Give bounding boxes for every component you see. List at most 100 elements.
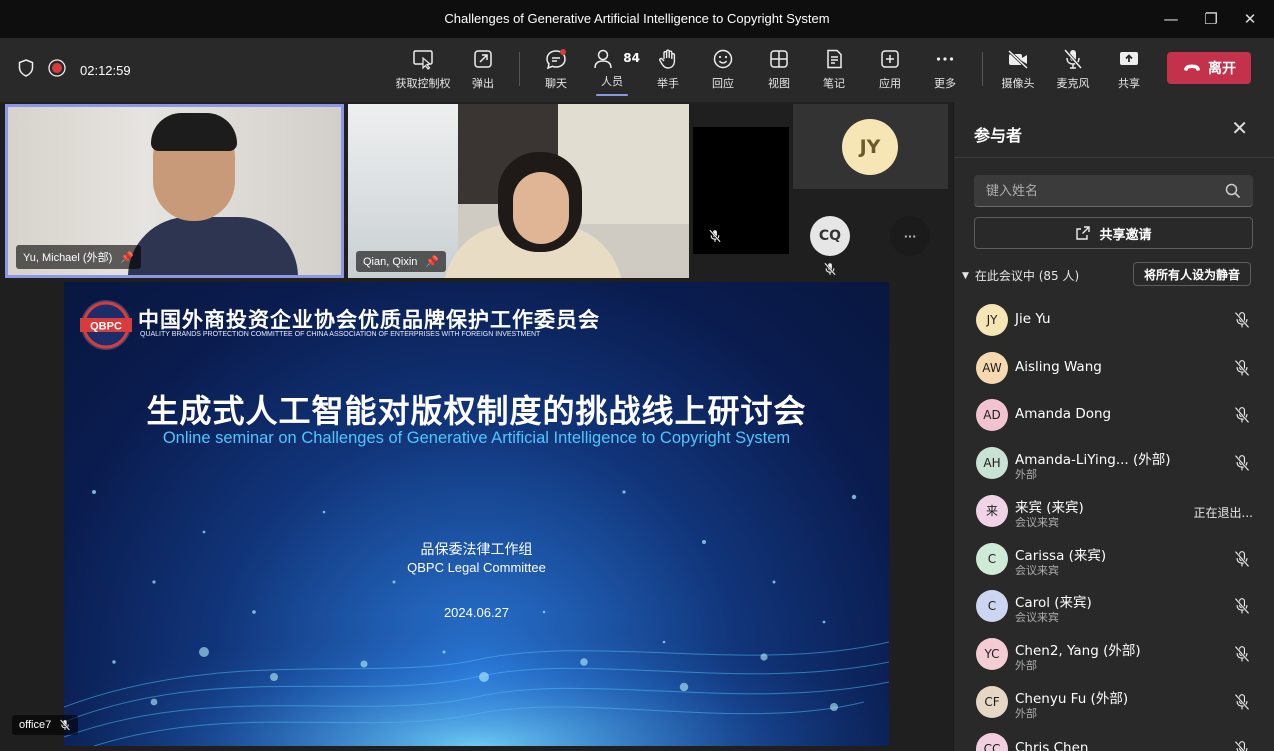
chat-label: 聊天 <box>545 77 567 90</box>
mic-off-icon <box>1234 550 1250 567</box>
toolbar-divider <box>982 52 983 86</box>
share-invite-button[interactable]: 共享邀请 <box>974 217 1253 249</box>
take-control-button[interactable]: 获取控制权 <box>395 46 451 98</box>
close-window-button[interactable]: ✕ <box>1237 6 1263 32</box>
notes-label: 笔记 <box>823 77 845 90</box>
participant-name: Carissa (来宾) <box>1015 547 1107 564</box>
leave-button[interactable]: 离开 <box>1167 52 1251 84</box>
pin-icon[interactable]: 📌 <box>425 255 439 268</box>
participant-row[interactable]: 来来宾 (来宾) 会议来宾 正在退出... <box>954 487 1274 535</box>
participant-name: Amanda-LiYing... (外部) <box>1015 452 1171 469</box>
mic-off-icon <box>1234 311 1250 329</box>
people-icon <box>593 49 612 69</box>
video-tile-qian-qixin[interactable]: Qian, Qixin 📌 <box>348 104 689 278</box>
camera-button[interactable]: 摄像头 <box>990 46 1046 98</box>
share-button[interactable]: 共享 <box>1101 46 1157 98</box>
participant-name: Chenyu Fu (外部) <box>1015 690 1129 707</box>
share-invite-label: 共享邀请 <box>1099 227 1152 243</box>
add-app-icon <box>881 50 899 68</box>
view-button[interactable]: 视图 <box>751 46 807 98</box>
participants-panel: 参与者 ✕ 共享邀请 ▼ 在此会议中 (85 人) 将所有人设为静音 JY Jie… <box>953 102 1274 751</box>
tile-name: Qian, Qixin <box>363 255 418 268</box>
participant-row[interactable]: CC Chris Chen <box>954 725 1274 751</box>
mic-off-icon <box>1234 741 1248 751</box>
title-bar: Challenges of Generative Artificial Inte… <box>0 0 1274 38</box>
share-screen-icon <box>1120 52 1138 65</box>
participant-row[interactable]: AD Amanda Dong <box>954 391 1274 439</box>
toolbar-divider <box>519 52 520 86</box>
participant-name: 来宾 (来宾) <box>1015 499 1084 516</box>
mic-button[interactable]: 麦克风 <box>1045 46 1101 98</box>
avatar-cq[interactable]: CQ <box>810 216 850 256</box>
mic-off-icon <box>824 262 836 276</box>
people-button[interactable]: 84 人员 <box>584 46 640 98</box>
pop-out-label: 弹出 <box>472 77 494 90</box>
video-tile-muted[interactable] <box>693 127 789 254</box>
meeting-toolbar: 02:12:59 获取控制权 弹出 聊天 84 人员 举手 回应 视图 笔记 应… <box>0 38 1274 102</box>
participant-name: Jie Yu <box>1015 311 1051 327</box>
ellipsis-icon <box>936 57 954 61</box>
view-label: 视图 <box>768 77 790 90</box>
video-tile-yu-michael[interactable]: Yu, Michael (外部) 📌 <box>5 104 344 278</box>
pin-icon[interactable]: 📌 <box>120 251 134 264</box>
participant-row[interactable]: YC Chen2, Yang (外部) 外部 <box>954 630 1274 678</box>
participant-mic-status <box>1233 454 1251 476</box>
minimize-button[interactable]: — <box>1158 6 1184 32</box>
participant-search <box>974 175 1253 207</box>
share-icon <box>1076 226 1091 240</box>
participant-role: 外部 <box>1015 706 1037 720</box>
mic-off-icon <box>60 719 71 731</box>
participant-row[interactable]: CF Chenyu Fu (外部) 外部 <box>954 678 1274 726</box>
shared-slide: QBPC 中国外商投资企业协会优质品牌保护工作委员会 QUALITY BRAND… <box>64 282 889 746</box>
close-panel-button[interactable]: ✕ <box>1231 116 1248 140</box>
hang-up-icon <box>1184 64 1200 71</box>
raise-hand-button[interactable]: 举手 <box>640 46 696 98</box>
mute-all-button[interactable]: 将所有人设为静音 <box>1132 262 1251 286</box>
in-meeting-section-header[interactable]: ▼ 在此会议中 (85 人) <box>962 267 1079 284</box>
avatar: JY <box>976 304 1008 336</box>
shield-icon[interactable] <box>18 59 34 81</box>
search-icon[interactable] <box>1225 183 1241 199</box>
pop-out-icon <box>474 50 492 68</box>
chat-icon <box>546 49 566 70</box>
notes-button[interactable]: 笔记 <box>806 46 862 98</box>
participant-mic-status <box>1233 550 1251 572</box>
more-participants-button[interactable]: ··· <box>890 216 930 256</box>
participant-row[interactable]: C Carissa (来宾) 会议来宾 <box>954 535 1274 583</box>
slide-title-cn: 生成式人工智能对版权制度的挑战线上研讨会 <box>146 392 807 430</box>
org-name-en: QUALITY BRANDS PROTECTION COMMITTEE OF C… <box>140 331 541 338</box>
participant-name-tag: Qian, Qixin 📌 <box>356 251 447 272</box>
participant-mic-status <box>1233 597 1251 619</box>
grid-view-icon <box>770 50 788 68</box>
org-name-cn: 中国外商投资企业协会优质品牌保护工作委员会 <box>138 308 600 332</box>
logo-text: QBPC <box>90 321 122 333</box>
avatar: C <box>976 590 1008 623</box>
react-label: 回应 <box>712 77 734 90</box>
raise-hand-label: 举手 <box>657 77 679 90</box>
people-count: 84 <box>623 51 640 65</box>
participant-row[interactable]: AH Amanda-LiYing... (外部) 外部 <box>954 439 1274 487</box>
apps-button[interactable]: 应用 <box>862 46 918 98</box>
more-button[interactable]: 更多 <box>917 46 973 98</box>
participant-row[interactable]: C Carol (来宾) 会议来宾 <box>954 582 1274 630</box>
participant-status: 正在退出... <box>1193 505 1253 520</box>
search-input[interactable] <box>974 175 1214 207</box>
more-label: 更多 <box>934 77 956 90</box>
participant-name: Chris Chen <box>1015 740 1089 751</box>
react-button[interactable]: 回应 <box>695 46 751 98</box>
mic-off-icon <box>1234 359 1250 376</box>
participant-row[interactable]: AW Aisling Wang <box>954 344 1274 392</box>
participant-row[interactable]: JY Jie Yu <box>954 296 1274 344</box>
avatar: AW <box>976 351 1008 384</box>
mic-off-icon <box>1234 645 1250 663</box>
presenter-tag[interactable]: office7 <box>8 709 83 735</box>
people-label: 人员 <box>601 75 623 88</box>
maximize-button[interactable]: ❐ <box>1198 6 1224 32</box>
avatar: C <box>976 542 1008 575</box>
video-tile-jy[interactable]: JY <box>793 104 948 189</box>
chat-button[interactable]: 聊天 <box>528 46 584 98</box>
camera-label: 摄像头 <box>1001 77 1035 90</box>
meeting-timer: 02:12:59 <box>80 62 131 78</box>
participant-name: Chen2, Yang (外部) <box>1015 642 1141 659</box>
pop-out-button[interactable]: 弹出 <box>455 46 511 98</box>
